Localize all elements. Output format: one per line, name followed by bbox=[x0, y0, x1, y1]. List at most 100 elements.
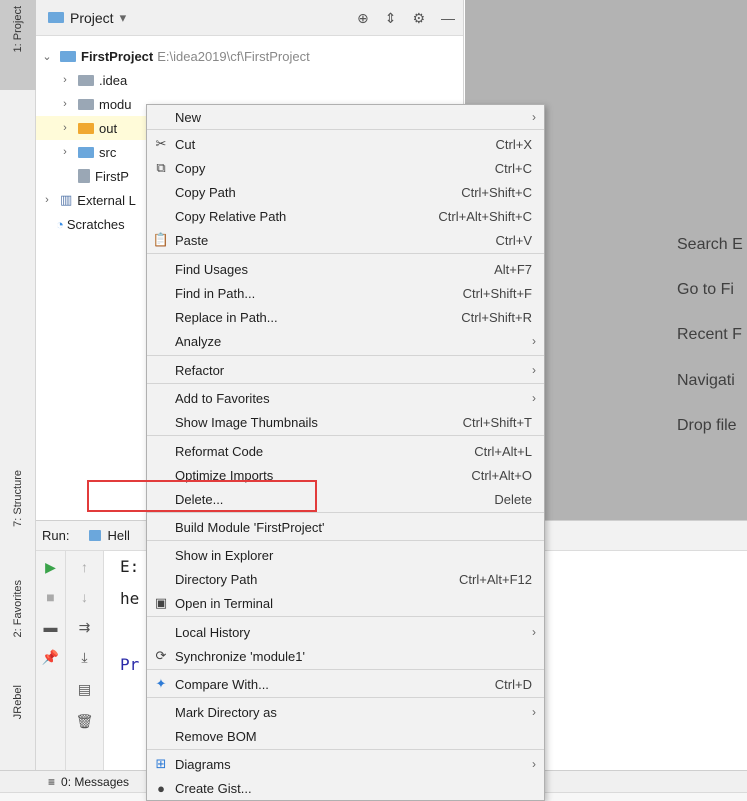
tree-item-label: .idea bbox=[99, 72, 128, 88]
submenu-arrow-icon: › bbox=[532, 705, 536, 719]
menu-item-label: Local History bbox=[175, 624, 251, 640]
console-line: E: bbox=[120, 557, 140, 576]
file-icon bbox=[78, 169, 90, 183]
module-folder-icon bbox=[78, 98, 94, 110]
gear-icon[interactable]: ⚙ bbox=[412, 10, 425, 27]
run-tab-label: Hell bbox=[107, 528, 130, 543]
tool-tab-project[interactable]: 1: Project bbox=[0, 0, 36, 90]
tool-tab-favorites-label: 2: Favorites bbox=[12, 580, 24, 638]
editor-hint: Drop file bbox=[677, 417, 737, 434]
expand-arrow-icon[interactable]: ⌄ bbox=[40, 50, 54, 63]
menu-item-copy-path[interactable]: Copy Path Ctrl+Shift+C bbox=[147, 180, 544, 204]
menu-item-label: Find in Path... bbox=[175, 285, 256, 301]
menu-item-label: Build Module 'FirstProject' bbox=[175, 519, 325, 535]
menu-item-build-module[interactable]: Build Module 'FirstProject' bbox=[147, 515, 544, 539]
menu-item-compare-with[interactable]: ✦ Compare With... Ctrl+D bbox=[147, 672, 544, 696]
source-folder-icon bbox=[78, 146, 94, 158]
arrow-up-icon[interactable]: ↑ bbox=[66, 559, 103, 575]
project-panel-header: Project ▾ ⊕ ⇕ ⚙ — bbox=[36, 0, 463, 36]
menu-item-new[interactable]: New › bbox=[147, 105, 544, 129]
menu-item-local-history[interactable]: Local History › bbox=[147, 620, 544, 644]
menu-item-mark-directory-as[interactable]: Mark Directory as › bbox=[147, 700, 544, 724]
tool-tab-favorites[interactable]: 2: Favorites bbox=[0, 580, 36, 670]
tree-item-firstproject[interactable]: ⌄ FirstProject E:\idea2019\cf\FirstProje… bbox=[36, 44, 464, 68]
menu-item-refactor[interactable]: Refactor › bbox=[147, 358, 544, 382]
menu-item-diagrams[interactable]: ⊞ Diagrams › bbox=[147, 752, 544, 776]
menu-item-shortcut: Alt+F7 bbox=[494, 261, 532, 277]
menu-item-copy-relative-path[interactable]: Copy Relative Path Ctrl+Alt+Shift+C bbox=[147, 204, 544, 228]
menu-item-replace-in-path[interactable]: Replace in Path... Ctrl+Shift+R bbox=[147, 305, 544, 329]
menu-item-label: Synchronize 'module1' bbox=[175, 648, 305, 664]
messages-tab[interactable]: 0: Messages bbox=[61, 775, 129, 789]
collapsed-arrow-icon[interactable]: › bbox=[58, 74, 72, 86]
layout-icon[interactable]: ▬ bbox=[36, 619, 65, 635]
menu-item-label: Add to Favorites bbox=[175, 390, 270, 406]
menu-item-label: Show Image Thumbnails bbox=[175, 414, 318, 430]
arrow-down-icon[interactable]: ↓ bbox=[66, 589, 103, 605]
menu-item-open-in-terminal[interactable]: ▣ Open in Terminal bbox=[147, 591, 544, 615]
menu-item-label: Directory Path bbox=[175, 571, 258, 587]
menu-item-synchronize[interactable]: ⟳ Synchronize 'module1' bbox=[147, 644, 544, 668]
menu-item-show-in-explorer[interactable]: Show in Explorer bbox=[147, 543, 544, 567]
tree-item-label: src bbox=[99, 144, 117, 160]
menu-item-shortcut: Ctrl+Shift+T bbox=[462, 414, 532, 430]
collapse-icon[interactable]: ⇕ bbox=[385, 10, 397, 27]
chevron-down-icon[interactable]: ▾ bbox=[120, 10, 127, 26]
menu-separator bbox=[147, 749, 544, 750]
menu-item-label: Open in Terminal bbox=[175, 595, 274, 611]
tree-item-label: External L bbox=[77, 192, 136, 208]
submenu-arrow-icon: › bbox=[532, 334, 536, 348]
console-line: he bbox=[120, 589, 140, 608]
project-view-icon bbox=[48, 12, 64, 23]
run-toolbar-left: ▶ ■ ▬ 📌 bbox=[36, 551, 66, 771]
tool-tab-structure[interactable]: 7: Structure bbox=[0, 470, 36, 560]
menu-item-create-gist[interactable]: ● Create Gist... bbox=[147, 776, 544, 800]
tool-tab-jrebel[interactable]: JRebel bbox=[0, 685, 36, 755]
collapsed-arrow-icon[interactable]: › bbox=[58, 98, 72, 110]
collapsed-arrow-icon[interactable]: › bbox=[40, 194, 54, 206]
minimize-icon[interactable]: — bbox=[441, 10, 455, 27]
menu-item-reformat-code[interactable]: Reformat Code Ctrl+Alt+L bbox=[147, 439, 544, 463]
run-label: Run: bbox=[42, 528, 70, 543]
menu-separator bbox=[147, 355, 544, 356]
run-tab[interactable]: Hell bbox=[89, 528, 130, 543]
menu-item-label: Mark Directory as bbox=[175, 704, 277, 720]
menu-item-analyze[interactable]: Analyze › bbox=[147, 329, 544, 353]
editor-hint: Navigati bbox=[677, 372, 735, 389]
run-toolbar-right: ↑ ↓ ⇉ ⤓ ▤ 🗑 bbox=[66, 551, 104, 771]
collapsed-arrow-icon[interactable]: › bbox=[58, 146, 72, 158]
project-view-selector[interactable]: Project bbox=[70, 10, 114, 26]
submenu-arrow-icon: › bbox=[532, 625, 536, 639]
menu-item-cut[interactable]: ✂ Cut Ctrl+X bbox=[147, 132, 544, 156]
tree-item-label: FirstP bbox=[95, 168, 129, 184]
menu-item-label: Copy bbox=[175, 160, 206, 176]
menu-item-remove-bom[interactable]: Remove BOM bbox=[147, 724, 544, 748]
target-icon[interactable]: ⊕ bbox=[357, 10, 369, 27]
clipboard-icon: 📋 bbox=[152, 232, 170, 247]
excluded-folder-icon bbox=[78, 122, 94, 134]
print-icon[interactable]: ▤ bbox=[66, 681, 103, 698]
menu-item-find-in-path[interactable]: Find in Path... Ctrl+Shift+F bbox=[147, 281, 544, 305]
run-icon[interactable]: ▶ bbox=[36, 559, 65, 576]
menu-item-label: Remove BOM bbox=[175, 728, 257, 744]
tree-item-path: E:\idea2019\cf\FirstProject bbox=[157, 48, 310, 64]
trash-icon[interactable]: 🗑 bbox=[66, 713, 103, 730]
project-header-icons: ⊕ ⇕ ⚙ — bbox=[357, 10, 455, 27]
pin-icon[interactable]: 📌 bbox=[36, 649, 65, 666]
menu-separator bbox=[147, 616, 544, 617]
menu-item-directory-path[interactable]: Directory Path Ctrl+Alt+F12 bbox=[147, 567, 544, 591]
menu-item-copy[interactable]: ⧉ Copy Ctrl+C bbox=[147, 156, 544, 180]
menu-item-show-image-thumbnails[interactable]: Show Image Thumbnails Ctrl+Shift+T bbox=[147, 410, 544, 434]
menu-item-paste[interactable]: 📋 Paste Ctrl+V bbox=[147, 228, 544, 252]
menu-item-add-to-favorites[interactable]: Add to Favorites › bbox=[147, 386, 544, 410]
tree-item-idea[interactable]: › .idea bbox=[36, 68, 464, 92]
scroll-to-end-icon[interactable]: ⤓ bbox=[66, 649, 103, 666]
collapsed-arrow-icon[interactable]: › bbox=[58, 122, 72, 134]
tree-item-label: FirstProject bbox=[81, 48, 154, 64]
library-icon: ▥ bbox=[60, 192, 73, 207]
menu-item-find-usages[interactable]: Find Usages Alt+F7 bbox=[147, 257, 544, 281]
stop-icon[interactable]: ■ bbox=[36, 589, 65, 605]
menu-item-shortcut: Ctrl+X bbox=[495, 136, 532, 152]
menu-item-shortcut: Ctrl+C bbox=[494, 160, 532, 176]
soft-wrap-icon[interactable]: ⇉ bbox=[66, 619, 103, 636]
